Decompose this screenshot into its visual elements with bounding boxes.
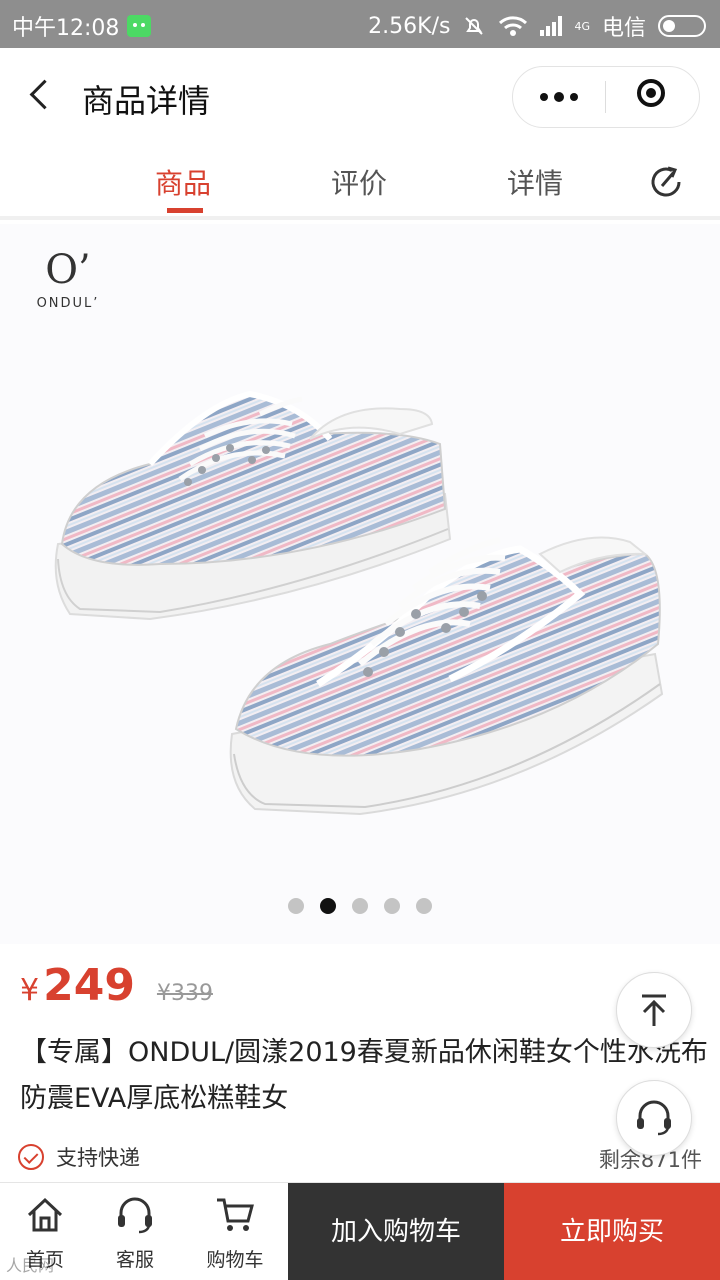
product-gallery[interactable]: O’ ONDUL’ <box>0 224 720 944</box>
headset-icon <box>118 1197 152 1234</box>
nav-bar: 商品详情 <box>0 48 720 144</box>
cart-icon <box>217 1198 254 1231</box>
check-circle-icon <box>18 1144 44 1170</box>
brand-mark: O’ <box>45 247 91 293</box>
delivery-label: 支持快递 <box>56 1146 140 1170</box>
pagination-dot[interactable] <box>384 898 400 914</box>
currency-symbol: ¥ <box>20 973 40 1008</box>
page-title: 商品详情 <box>82 82 211 120</box>
brand-wordmark: ONDUL’ <box>36 296 100 311</box>
arrow-up-icon <box>642 994 666 1026</box>
product-title: 【专属】ONDUL/圆漾2019春夏新品休闲鞋女个性水洗布防震EVA厚底松糕鞋女 <box>20 1037 708 1114</box>
wechat-notification-icon <box>127 15 152 37</box>
pagination-dot[interactable] <box>288 898 304 914</box>
share-icon[interactable] <box>646 162 686 202</box>
service-label: 客服 <box>115 1249 154 1271</box>
buy-now-button[interactable]: 立即购买 <box>504 1183 720 1280</box>
back-icon[interactable] <box>20 74 60 118</box>
close-target-button[interactable] <box>606 67 700 127</box>
shoe-back <box>54 390 452 621</box>
active-tab-indicator <box>167 208 203 213</box>
pagination-dot[interactable] <box>352 898 368 914</box>
headset-icon <box>637 1100 671 1136</box>
mute-bell-icon <box>465 17 484 35</box>
back-to-top-button[interactable] <box>616 972 692 1048</box>
brand-logo: O’ ONDUL’ <box>28 246 108 326</box>
delivery-feature: 支持快递 <box>18 1140 140 1174</box>
sale-price: 249 <box>43 960 135 1011</box>
section-tabs: 商品 评价 详情 <box>0 144 720 220</box>
network-type: 4G <box>574 19 590 33</box>
pagination-dot[interactable] <box>320 898 336 914</box>
more-dot-icon <box>570 93 578 101</box>
battery-icon <box>658 15 706 37</box>
bottom-action-bar: 首页 客服 购物车 加入购物车 立即购买 <box>0 1182 720 1280</box>
shopping-cart-button[interactable]: 购物车 <box>190 1183 280 1280</box>
carrier-name: 电信 <box>601 16 646 41</box>
tab-reviews[interactable]: 评价 <box>331 162 387 202</box>
gallery-pagination <box>0 898 720 918</box>
original-price: ¥339 <box>156 981 213 1006</box>
status-time: 中午12:08 <box>12 16 120 41</box>
mini-program-capsule <box>512 66 700 128</box>
more-button[interactable] <box>513 67 605 127</box>
watermark: 人民网 <box>6 1256 55 1275</box>
add-to-cart-button[interactable]: 加入购物车 <box>288 1183 504 1280</box>
more-dot-icon <box>554 92 564 102</box>
wifi-icon <box>499 16 528 36</box>
tab-details[interactable]: 详情 <box>507 162 563 202</box>
price-row: ¥ 249 ¥339 <box>20 960 213 1020</box>
tab-goods[interactable]: 商品 <box>155 162 211 202</box>
signal-icon <box>540 16 563 36</box>
more-dot-icon <box>540 93 548 101</box>
pagination-dot[interactable] <box>416 898 432 914</box>
cart-label: 购物车 <box>206 1249 264 1271</box>
float-customer-service-button[interactable] <box>616 1080 692 1156</box>
network-speed: 2.56K/s <box>368 13 451 39</box>
customer-service-button[interactable]: 客服 <box>90 1183 180 1280</box>
home-icon <box>27 1197 63 1232</box>
product-image <box>54 390 664 816</box>
status-bar: 中午12:08 2.56K/s 4G 电信 <box>0 0 720 48</box>
